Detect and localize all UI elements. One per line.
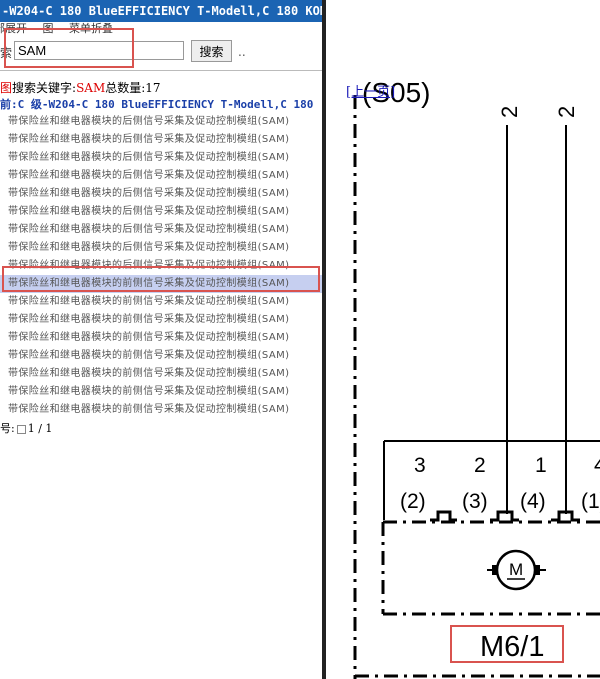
pin-number-3: 3 <box>414 454 426 477</box>
pager-label: 号: <box>0 422 15 435</box>
pin-sub-2: (2) <box>400 490 426 513</box>
search-prefix-label: 索 <box>0 46 13 60</box>
result-item[interactable]: 带保险丝和继电器模块的后侧信号采集及促动控制模组(SAM) <box>8 131 322 149</box>
result-item[interactable]: 带保险丝和继电器模块的后侧信号采集及促动控制模组(SAM) <box>8 113 322 131</box>
pin-sub-4: (4) <box>520 490 546 513</box>
result-item[interactable]: 带保险丝和继电器模块的后侧信号采集及促动控制模组(SAM) <box>8 185 322 203</box>
pin-number-4: 4 <box>594 454 600 477</box>
result-icon: 图 <box>0 81 13 95</box>
result-item[interactable]: 带保险丝和继电器模块的前侧信号采集及促动控制模组(SAM) <box>8 347 322 365</box>
pin-number-2: 2 <box>474 454 486 477</box>
pin-terminal-1 <box>551 510 580 522</box>
pin-terminal-3 <box>430 510 457 522</box>
result-item[interactable]: 带保险丝和继电器模块的前侧信号采集及促动控制模组(SAM) <box>8 401 322 419</box>
search-summary: 图搜索关键字:SAM总数量:17 <box>0 79 161 96</box>
keyword-label: 搜索关键字: <box>12 81 77 95</box>
total-count: 17 <box>145 81 161 95</box>
pin-sub-1: (1) <box>581 490 600 513</box>
pin-sub-3: (3) <box>462 490 488 513</box>
search-button[interactable]: 搜索 <box>191 40 232 62</box>
result-list: 带保险丝和继电器模块的后侧信号采集及促动控制模组(SAM) 带保险丝和继电器模块的… <box>0 113 322 419</box>
page-checkbox-icon[interactable] <box>16 424 26 434</box>
motor-brush-right <box>534 565 540 575</box>
result-item[interactable]: 带保险丝和继电器模块的前侧信号采集及促动控制模组(SAM) <box>8 311 322 329</box>
keyword-value: SAM <box>76 81 106 95</box>
search-extra: .. <box>238 45 246 59</box>
result-item[interactable]: 带保险丝和继电器模块的前侧信号采集及促动控制模组(SAM) <box>8 329 322 347</box>
result-item[interactable]: 带保险丝和继电器模块的后侧信号采集及促动控制模组(SAM) <box>8 167 322 185</box>
prev-page-link[interactable]: [上一页] <box>346 81 395 100</box>
pin-terminal-2 <box>490 510 519 522</box>
wire-label-1: 2 <box>497 106 522 118</box>
result-item[interactable]: 带保险丝和继电器模块的前侧信号采集及促动控制模组(SAM) <box>8 293 322 311</box>
divider <box>0 70 322 71</box>
nav-diagram[interactable]: 图 <box>43 22 54 35</box>
window-title: -W204-C 180 BlueEFFICIENCY T-Modell,C 18… <box>0 0 322 22</box>
nav-collapse-menu[interactable]: 菜单折叠 <box>69 22 113 35</box>
diagram-panel: (S05) 2 2 3 2 1 4 (2) (3) (4) (1) M <box>326 0 600 679</box>
result-item[interactable]: 带保险丝和继电器模块的前侧信号采集及促动控制模组(SAM) <box>8 365 322 383</box>
result-item[interactable]: 带保险丝和继电器模块的后侧信号采集及促动控制模组(SAM) <box>8 149 322 167</box>
nav-row: 部展开 图 菜单折叠 <box>0 22 125 36</box>
pager-page: 1 / 1 <box>27 422 53 435</box>
breadcrumb[interactable]: 前:C 级-W204-C 180 BlueEFFICIENCY T-Modell… <box>0 96 322 112</box>
wire-label-2: 2 <box>554 106 579 118</box>
motor-brush-left <box>492 565 498 575</box>
wiring-diagram: (S05) 2 2 3 2 1 4 (2) (3) (4) (1) M <box>353 77 600 679</box>
result-item[interactable]: 带保险丝和继电器模块的后侧信号采集及促动控制模组(SAM) <box>8 257 322 275</box>
result-item[interactable]: 带保险丝和继电器模块的前侧信号采集及促动控制模组(SAM) <box>8 383 322 401</box>
total-label: 总数量: <box>105 81 146 95</box>
pager: 号: 1 / 1 <box>0 420 52 436</box>
result-item[interactable]: 带保险丝和继电器模块的前侧信号采集及促动控制模组(SAM) <box>0 275 322 293</box>
search-input[interactable] <box>14 41 184 60</box>
component-id: M6/1 <box>480 631 544 663</box>
result-item[interactable]: 带保险丝和继电器模块的后侧信号采集及促动控制模组(SAM) <box>8 239 322 257</box>
motor-letter: M <box>509 560 523 579</box>
result-item[interactable]: 带保险丝和继电器模块的后侧信号采集及促动控制模组(SAM) <box>8 203 322 221</box>
pin-number-1: 1 <box>535 454 547 477</box>
left-panel: -W204-C 180 BlueEFFICIENCY T-Modell,C 18… <box>0 0 322 679</box>
nav-expand-all[interactable]: 部展开 <box>0 22 27 35</box>
result-item[interactable]: 带保险丝和继电器模块的后侧信号采集及促动控制模组(SAM) <box>8 221 322 239</box>
